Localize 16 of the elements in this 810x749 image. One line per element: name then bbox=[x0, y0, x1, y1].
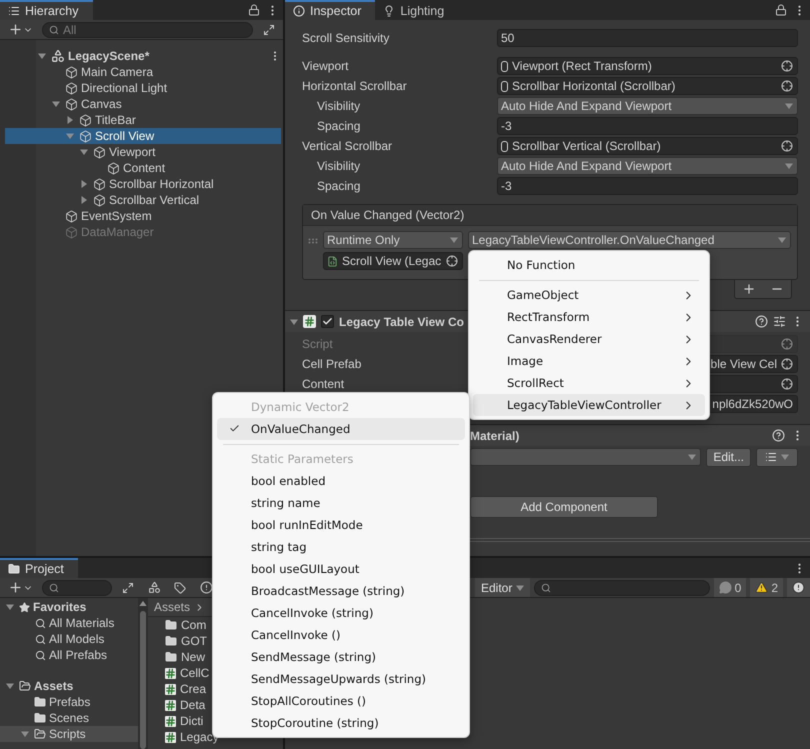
component-title: Material) bbox=[470, 428, 520, 442]
menu-heading: Static Parameters bbox=[250, 451, 354, 468]
event-title: On Value Changed (Vector2) bbox=[311, 208, 464, 222]
field-label: Spacing bbox=[317, 119, 362, 133]
field-label: Vertical Scrollbar bbox=[302, 139, 394, 153]
field-label: Script bbox=[302, 337, 334, 351]
field-label: Cell Prefab bbox=[302, 357, 362, 371]
field-label: Viewport bbox=[302, 59, 350, 73]
field-label: Horizontal Scrollbar bbox=[302, 79, 408, 93]
menu-heading: Dynamic Vector2 bbox=[250, 399, 350, 416]
field-label: Content bbox=[302, 377, 346, 391]
field-label: Visibility bbox=[317, 99, 362, 113]
field-label: Spacing bbox=[317, 179, 362, 193]
field-label: Visibility bbox=[317, 159, 362, 173]
component-title: Legacy Table View Co bbox=[339, 314, 464, 328]
field-label: Scroll Sensitivity bbox=[302, 31, 390, 45]
